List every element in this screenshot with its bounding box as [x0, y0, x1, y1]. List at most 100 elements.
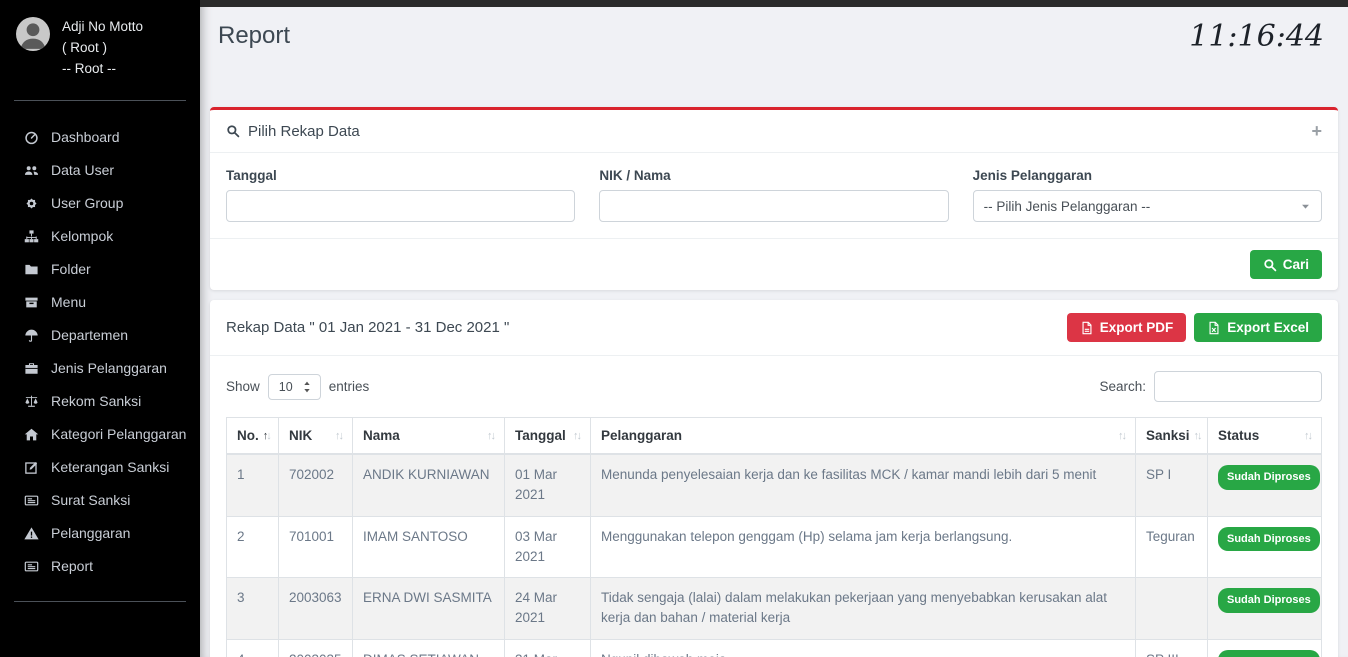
sidebar-item-dashboard[interactable]: Dashboard [0, 121, 200, 154]
column-header-nama[interactable]: Nama ↑↓ [353, 418, 505, 455]
sidebar-item-departemen[interactable]: Departemen [0, 319, 200, 352]
column-header-pelanggaran[interactable]: Pelanggaran↑↓ [591, 418, 1136, 455]
rekap-data-title: Rekap Data " 01 Jan 2021 - 31 Dec 2021 " [226, 319, 509, 336]
nik-cell: 702002 [279, 454, 353, 516]
search-icon [226, 124, 240, 138]
sidebar-item-kategori-pelanggaran[interactable]: Kategori Pelanggaran [0, 418, 200, 451]
entries-label: entries [329, 379, 370, 394]
sidebar: Adji No Motto ( Root ) -- Root -- Dashbo… [0, 0, 200, 657]
sidebar-item-label: Folder [51, 261, 91, 277]
sidebar-item-kelompok[interactable]: Kelompok [0, 220, 200, 253]
pelanggaran-cell: Menggunakan telepon genggam (Hp) selama … [591, 516, 1136, 578]
sidebar-divider-bottom [14, 601, 186, 602]
jenis-pelanggaran-label: Jenis Pelanggaran [973, 168, 1322, 183]
sidebar-divider-top [14, 100, 186, 101]
cari-button[interactable]: Cari [1250, 250, 1322, 279]
sidebar-item-user-group[interactable]: User Group [0, 187, 200, 220]
avatar [16, 17, 50, 51]
nama-cell: IMAM SANTOSO [353, 516, 505, 578]
status-cell: Sudah Diproses [1208, 454, 1322, 516]
nik-cell: 2003035 [279, 639, 353, 657]
status-badge: Sudah Diproses [1218, 527, 1320, 552]
briefcase-icon [22, 360, 40, 376]
person-icon [16, 17, 50, 51]
status-badge: Sudah Diproses [1218, 650, 1320, 657]
nik-cell: 2003063 [279, 578, 353, 640]
sort-icon: ↑↓ [1304, 430, 1311, 442]
clock: 11:16:44 [1189, 19, 1324, 54]
umbrella-icon [22, 327, 40, 343]
export-excel-button[interactable]: Export Excel [1194, 313, 1322, 342]
user-group: -- Root -- [62, 59, 143, 80]
jenis-pelanggaran-select[interactable]: -- Pilih Jenis Pelanggaran -- [973, 190, 1322, 222]
folder-icon [22, 261, 40, 277]
sidebar-item-surat-sanksi[interactable]: Surat Sanksi [0, 484, 200, 517]
pelanggaran-cell: Menunda penyelesaian kerja dan ke fasili… [591, 454, 1136, 516]
sidebar-item-pelanggaran[interactable]: Pelanggaran [0, 517, 200, 550]
sort-icon: ↑↓ [487, 430, 494, 442]
content-header: Report 11:16:44 [210, 7, 1338, 107]
sidebar-item-folder[interactable]: Folder [0, 253, 200, 286]
column-label: Nama [363, 428, 400, 443]
search-icon [1263, 258, 1277, 272]
sort-icon: ↑↓ [1194, 430, 1201, 442]
report-table: No.↑↓NIK↑↓Nama↑↓Tanggal↑↓Pelanggaran↑↓Sa… [226, 417, 1322, 657]
updown-icon [302, 381, 312, 393]
scales-icon [22, 393, 40, 409]
column-header-tanggal[interactable]: Tanggal↑↓ [505, 418, 591, 455]
sidebar-item-jenis-pelanggaran[interactable]: Jenis Pelanggaran [0, 352, 200, 385]
pdf-file-icon [1080, 321, 1094, 335]
sanksi-cell: SP III [1136, 639, 1208, 657]
table-row: 32003063ERNA DWI SASMITA24 Mar 2021Tidak… [227, 578, 1322, 640]
page-size-select[interactable]: 10 [268, 374, 321, 400]
nik-nama-label: NIK / Nama [599, 168, 948, 183]
sidebar-item-label: Pelanggaran [51, 525, 130, 541]
search-label: Search: [1099, 379, 1146, 394]
sidebar-item-data-user[interactable]: Data User [0, 154, 200, 187]
column-header-sanksi[interactable]: Sanksi↑↓ [1136, 418, 1208, 455]
nik-cell: 701001 [279, 516, 353, 578]
tachometer-icon [22, 129, 40, 145]
tanggal-input[interactable] [226, 190, 575, 222]
sidebar-item-menu[interactable]: Menu [0, 286, 200, 319]
sidebar-item-label: Kelompok [51, 228, 113, 244]
sidebar-item-keterangan-sanksi[interactable]: Keterangan Sanksi [0, 451, 200, 484]
table-search-input[interactable] [1154, 371, 1322, 402]
sidebar-item-label: Surat Sanksi [51, 492, 130, 508]
main-area: Report 11:16:44 Pilih Rekap Data + Tangg… [200, 0, 1348, 657]
newspaper-icon [22, 558, 40, 574]
user-panel: Adji No Motto ( Root ) -- Root -- [0, 0, 200, 92]
tanggal-cell: 01 Mar 2021 [505, 454, 591, 516]
nik-nama-input[interactable] [599, 190, 948, 222]
column-header-nik[interactable]: NIK ↑↓ [279, 418, 353, 455]
sidebar-item-label: Kategori Pelanggaran [51, 426, 186, 442]
no-cell: 3 [227, 578, 279, 640]
table-row: 2701001IMAM SANTOSO03 Mar 2021Menggunaka… [227, 516, 1322, 578]
sidebar-item-label: Keterangan Sanksi [51, 459, 169, 475]
sort-icon: ↑↓ [335, 430, 342, 442]
no-cell: 4 [227, 639, 279, 657]
filter-panel: Pilih Rekap Data + TanggalNIK / NamaJeni… [210, 107, 1338, 290]
sitemap-icon [22, 228, 40, 244]
nama-cell: ERNA DWI SASMITA [353, 578, 505, 640]
report-panel: Rekap Data " 01 Jan 2021 - 31 Dec 2021 "… [210, 300, 1338, 657]
sidebar-item-report[interactable]: Report [0, 550, 200, 583]
sidebar-item-label: Dashboard [51, 129, 120, 145]
sanksi-cell [1136, 578, 1208, 640]
tanggal-cell: 24 Mar 2021 [505, 578, 591, 640]
excel-file-icon [1207, 321, 1221, 335]
no-cell: 2 [227, 516, 279, 578]
tanggal-label: Tanggal [226, 168, 575, 183]
sidebar-item-rekom-sanksi[interactable]: Rekom Sanksi [0, 385, 200, 418]
column-header-no[interactable]: No.↑↓ [227, 418, 279, 455]
collapse-plus-button[interactable]: + [1311, 122, 1322, 140]
caret-down-icon [1300, 201, 1311, 212]
export-pdf-button[interactable]: Export PDF [1067, 313, 1187, 342]
column-header-status[interactable]: Status↑↓ [1208, 418, 1322, 455]
column-label: NIK [289, 428, 312, 443]
status-badge: Sudah Diproses [1218, 588, 1320, 613]
archive-icon [22, 294, 40, 310]
sort-icon: ↑↓ [573, 430, 580, 442]
status-badge: Sudah Diproses [1218, 465, 1320, 490]
no-cell: 1 [227, 454, 279, 516]
